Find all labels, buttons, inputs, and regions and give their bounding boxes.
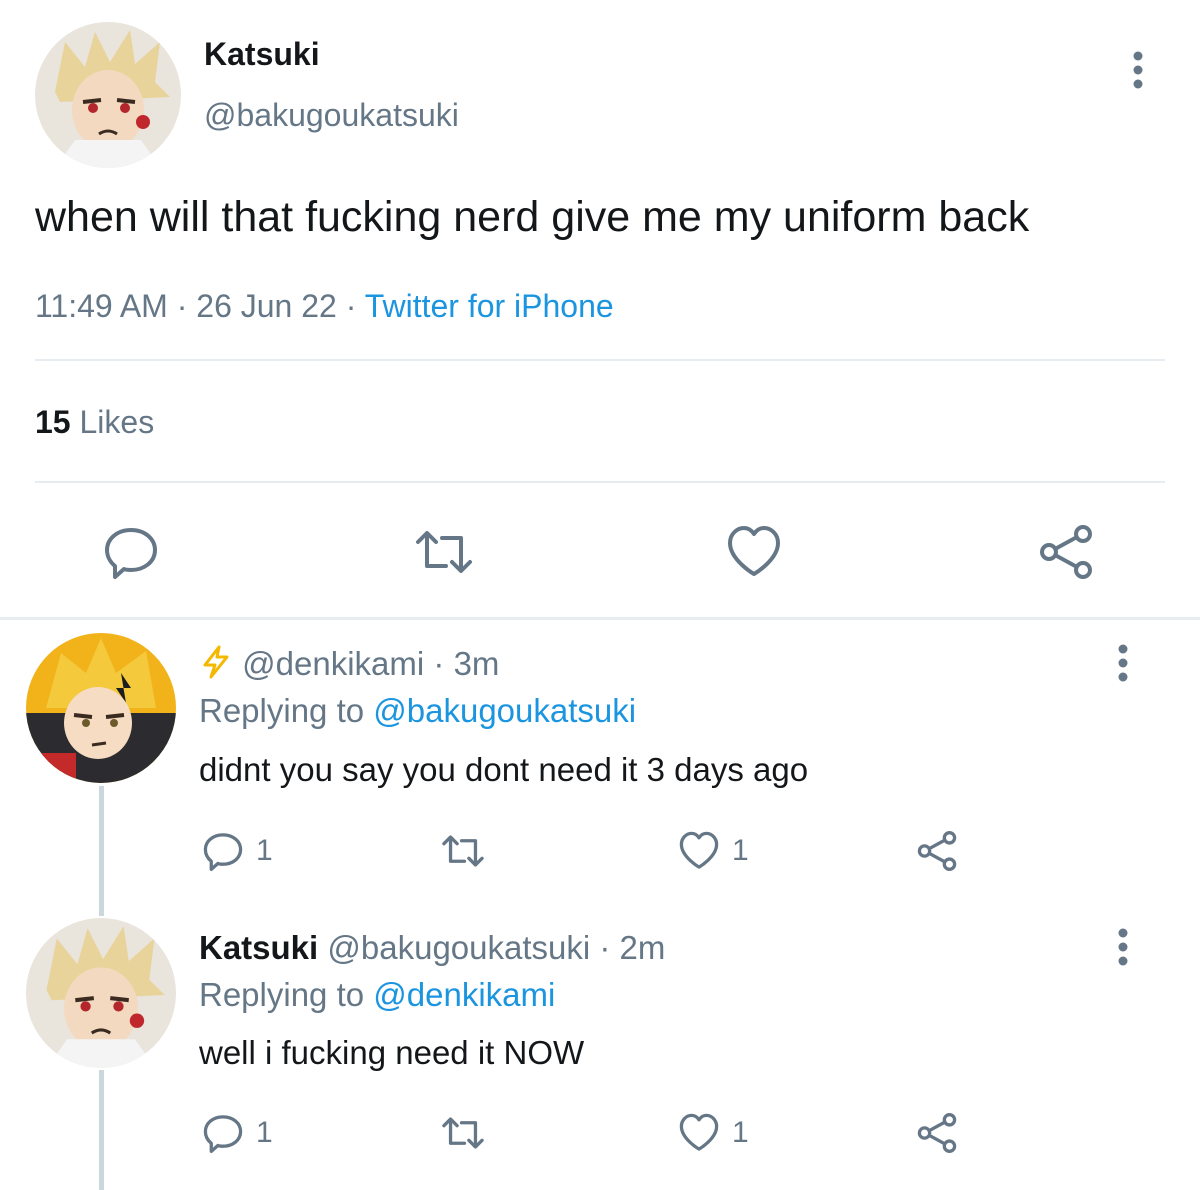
time-separator: · — [590, 929, 620, 966]
retweet-icon[interactable] — [441, 1111, 485, 1155]
denki-avatar-image — [26, 633, 176, 783]
replying-to: Replying to @denkikami — [199, 976, 555, 1014]
section-divider — [0, 617, 1200, 620]
likes-label: Likes — [79, 404, 155, 440]
tweet-time: 11:49 AM — [35, 288, 168, 324]
divider — [35, 481, 1165, 483]
katsuki-avatar-image — [26, 918, 176, 1068]
share-icon[interactable] — [915, 1111, 959, 1155]
author-handle[interactable]: @bakugoukatsuki — [204, 97, 459, 134]
tweet-text: when will that fucking nerd give me my u… — [35, 193, 1030, 241]
reply-header: @denkikami · 3m — [199, 645, 499, 683]
reply-count: 1 — [256, 834, 273, 867]
like-icon[interactable] — [677, 829, 721, 873]
reply-time[interactable]: 3m — [454, 645, 500, 682]
reply-author-avatar[interactable] — [26, 633, 176, 783]
replying-to-link[interactable]: @denkikami — [373, 976, 555, 1013]
share-icon[interactable] — [915, 829, 959, 873]
time-separator: · — [424, 645, 454, 682]
meta-separator: · — [336, 288, 365, 324]
lightning-icon — [203, 645, 229, 679]
reply-time[interactable]: 2m — [620, 929, 666, 966]
author-avatar[interactable] — [35, 22, 181, 168]
more-options-icon[interactable] — [1108, 927, 1138, 967]
reply-handle[interactable]: @denkikami — [242, 645, 424, 682]
like-icon[interactable] — [724, 522, 784, 582]
divider — [35, 359, 1165, 361]
tweet-date: 26 Jun 22 — [196, 288, 337, 324]
reply-text: well i fucking need it NOW — [199, 1034, 585, 1071]
reply-author-avatar[interactable] — [26, 918, 176, 1068]
meta-separator: · — [167, 288, 197, 324]
retweet-icon[interactable] — [414, 522, 474, 582]
reply-display-name[interactable]: Katsuki — [199, 929, 318, 966]
thread-line — [99, 1070, 104, 1190]
replying-to-label: Replying to — [199, 976, 374, 1013]
like-count: 1 — [732, 1116, 749, 1149]
like-icon[interactable] — [677, 1111, 721, 1155]
reply-icon[interactable] — [201, 1111, 245, 1155]
reply-icon[interactable] — [101, 522, 161, 582]
replying-to: Replying to @bakugoukatsuki — [199, 692, 636, 730]
katsuki-avatar-image — [35, 22, 181, 168]
author-display-name[interactable]: Katsuki — [204, 36, 320, 73]
like-count: 1 — [732, 834, 749, 867]
reply-text: didnt you say you dont need it 3 days ag… — [199, 751, 809, 788]
likes-summary[interactable]: 15 Likes — [35, 404, 154, 441]
thread-line — [99, 786, 104, 916]
reply-header: Katsuki @bakugoukatsuki · 2m — [199, 929, 665, 967]
tweet-meta: 11:49 AM · 26 Jun 22 · Twitter for iPhon… — [35, 288, 614, 325]
tweet-source-link[interactable]: Twitter for iPhone — [365, 288, 614, 324]
share-icon[interactable] — [1036, 522, 1096, 582]
reply-handle[interactable]: @bakugoukatsuki — [327, 929, 590, 966]
replying-to-label: Replying to — [199, 692, 374, 729]
retweet-icon[interactable] — [441, 829, 485, 873]
more-options-icon[interactable] — [1123, 50, 1153, 90]
more-options-icon[interactable] — [1108, 643, 1138, 683]
reply-icon[interactable] — [201, 829, 245, 873]
reply-count: 1 — [256, 1116, 273, 1149]
likes-count: 15 — [35, 404, 71, 440]
replying-to-link[interactable]: @bakugoukatsuki — [373, 692, 636, 729]
